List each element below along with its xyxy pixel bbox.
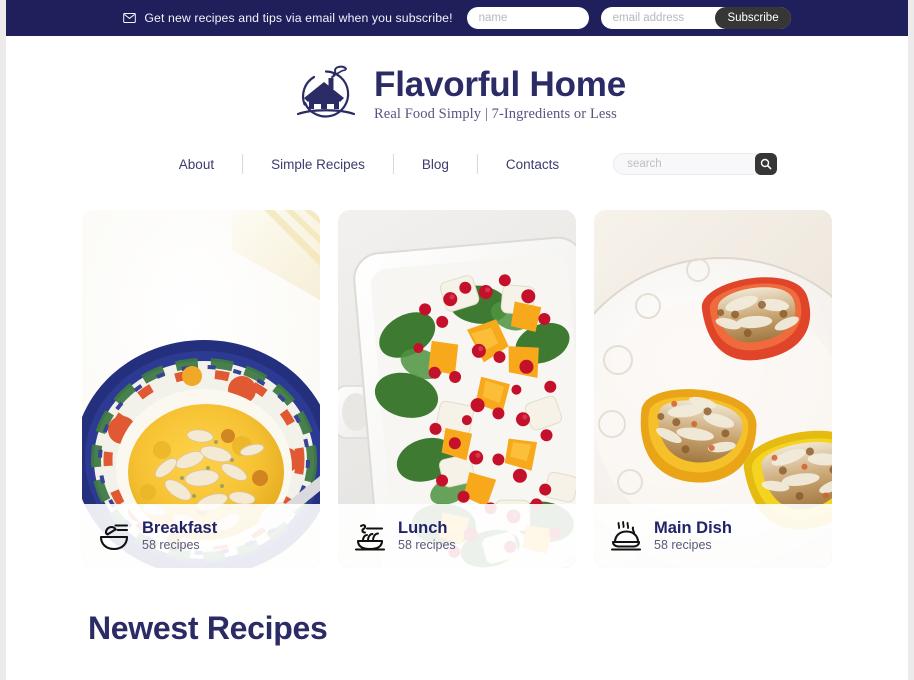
newest-recipes-heading: Newest Recipes xyxy=(88,610,328,646)
lunch-caption: Lunch 58 recipes xyxy=(338,504,576,568)
category-card-list: Breakfast 58 recipes Lunch 58 recipes Ma… xyxy=(6,210,908,568)
category-count: 58 recipes xyxy=(654,538,712,553)
brand-tagline: Real Food Simply | 7-Ingredients or Less xyxy=(374,105,617,122)
breakfast-caption: Breakfast 58 recipes xyxy=(82,504,320,568)
subscribe-topbar: Get new recipes and tips via email when … xyxy=(6,0,908,36)
email-input-group: Subscribe xyxy=(600,7,791,29)
brand-title: Flavorful Home xyxy=(374,65,626,105)
search-button[interactable] xyxy=(755,153,778,175)
envelope-icon xyxy=(123,13,137,23)
search-box xyxy=(613,153,778,175)
brand-text: Flavorful Home Real Food Simply | 7-Ingr… xyxy=(374,65,626,122)
category-title: Breakfast xyxy=(142,519,218,538)
subscribe-form: Subscribe xyxy=(466,7,791,29)
main-dish-text: Main Dish 58 recipes xyxy=(654,519,732,553)
main-dish-caption: Main Dish 58 recipes xyxy=(594,504,832,568)
nav-item-blog[interactable]: Blog xyxy=(394,157,477,172)
category-card-main-dish[interactable]: Main Dish 58 recipes xyxy=(594,210,832,568)
subscribe-message-text: Get new recipes and tips via email when … xyxy=(144,11,453,25)
site-header: Flavorful Home Real Food Simply | 7-Ingr… xyxy=(6,36,908,140)
main-navigation: About Simple Recipes Blog Contacts xyxy=(6,140,908,188)
lunch-text: Lunch 58 recipes xyxy=(398,519,456,553)
category-card-lunch[interactable]: Lunch 58 recipes xyxy=(338,210,576,568)
nav-item-contacts[interactable]: Contacts xyxy=(478,157,587,172)
name-input[interactable] xyxy=(466,7,589,29)
noodles-icon xyxy=(354,524,386,551)
nav-item-about[interactable]: About xyxy=(151,157,242,172)
page-root: Get new recipes and tips via email when … xyxy=(6,0,908,680)
house-in-circle-logo xyxy=(296,65,356,118)
bowl-spoon-icon xyxy=(99,524,129,551)
category-title: Main Dish xyxy=(654,519,732,538)
search-input[interactable] xyxy=(613,153,764,175)
category-card-breakfast[interactable]: Breakfast 58 recipes xyxy=(82,210,320,568)
nav-item-simple-recipes[interactable]: Simple Recipes xyxy=(243,157,393,172)
subscribe-button[interactable]: Subscribe xyxy=(715,7,791,29)
logo-link[interactable]: Flavorful Home Real Food Simply | 7-Ingr… xyxy=(288,64,626,126)
category-count: 58 recipes xyxy=(142,538,200,553)
breakfast-text: Breakfast 58 recipes xyxy=(142,519,217,553)
category-count: 58 recipes xyxy=(398,538,456,553)
roast-platter-icon xyxy=(610,521,642,551)
search-icon xyxy=(760,158,772,170)
left-page-gutter xyxy=(0,0,6,680)
category-title: Lunch xyxy=(398,519,448,538)
scrollbar-track[interactable] xyxy=(908,0,914,680)
subscribe-message: Get new recipes and tips via email when … xyxy=(123,11,452,25)
